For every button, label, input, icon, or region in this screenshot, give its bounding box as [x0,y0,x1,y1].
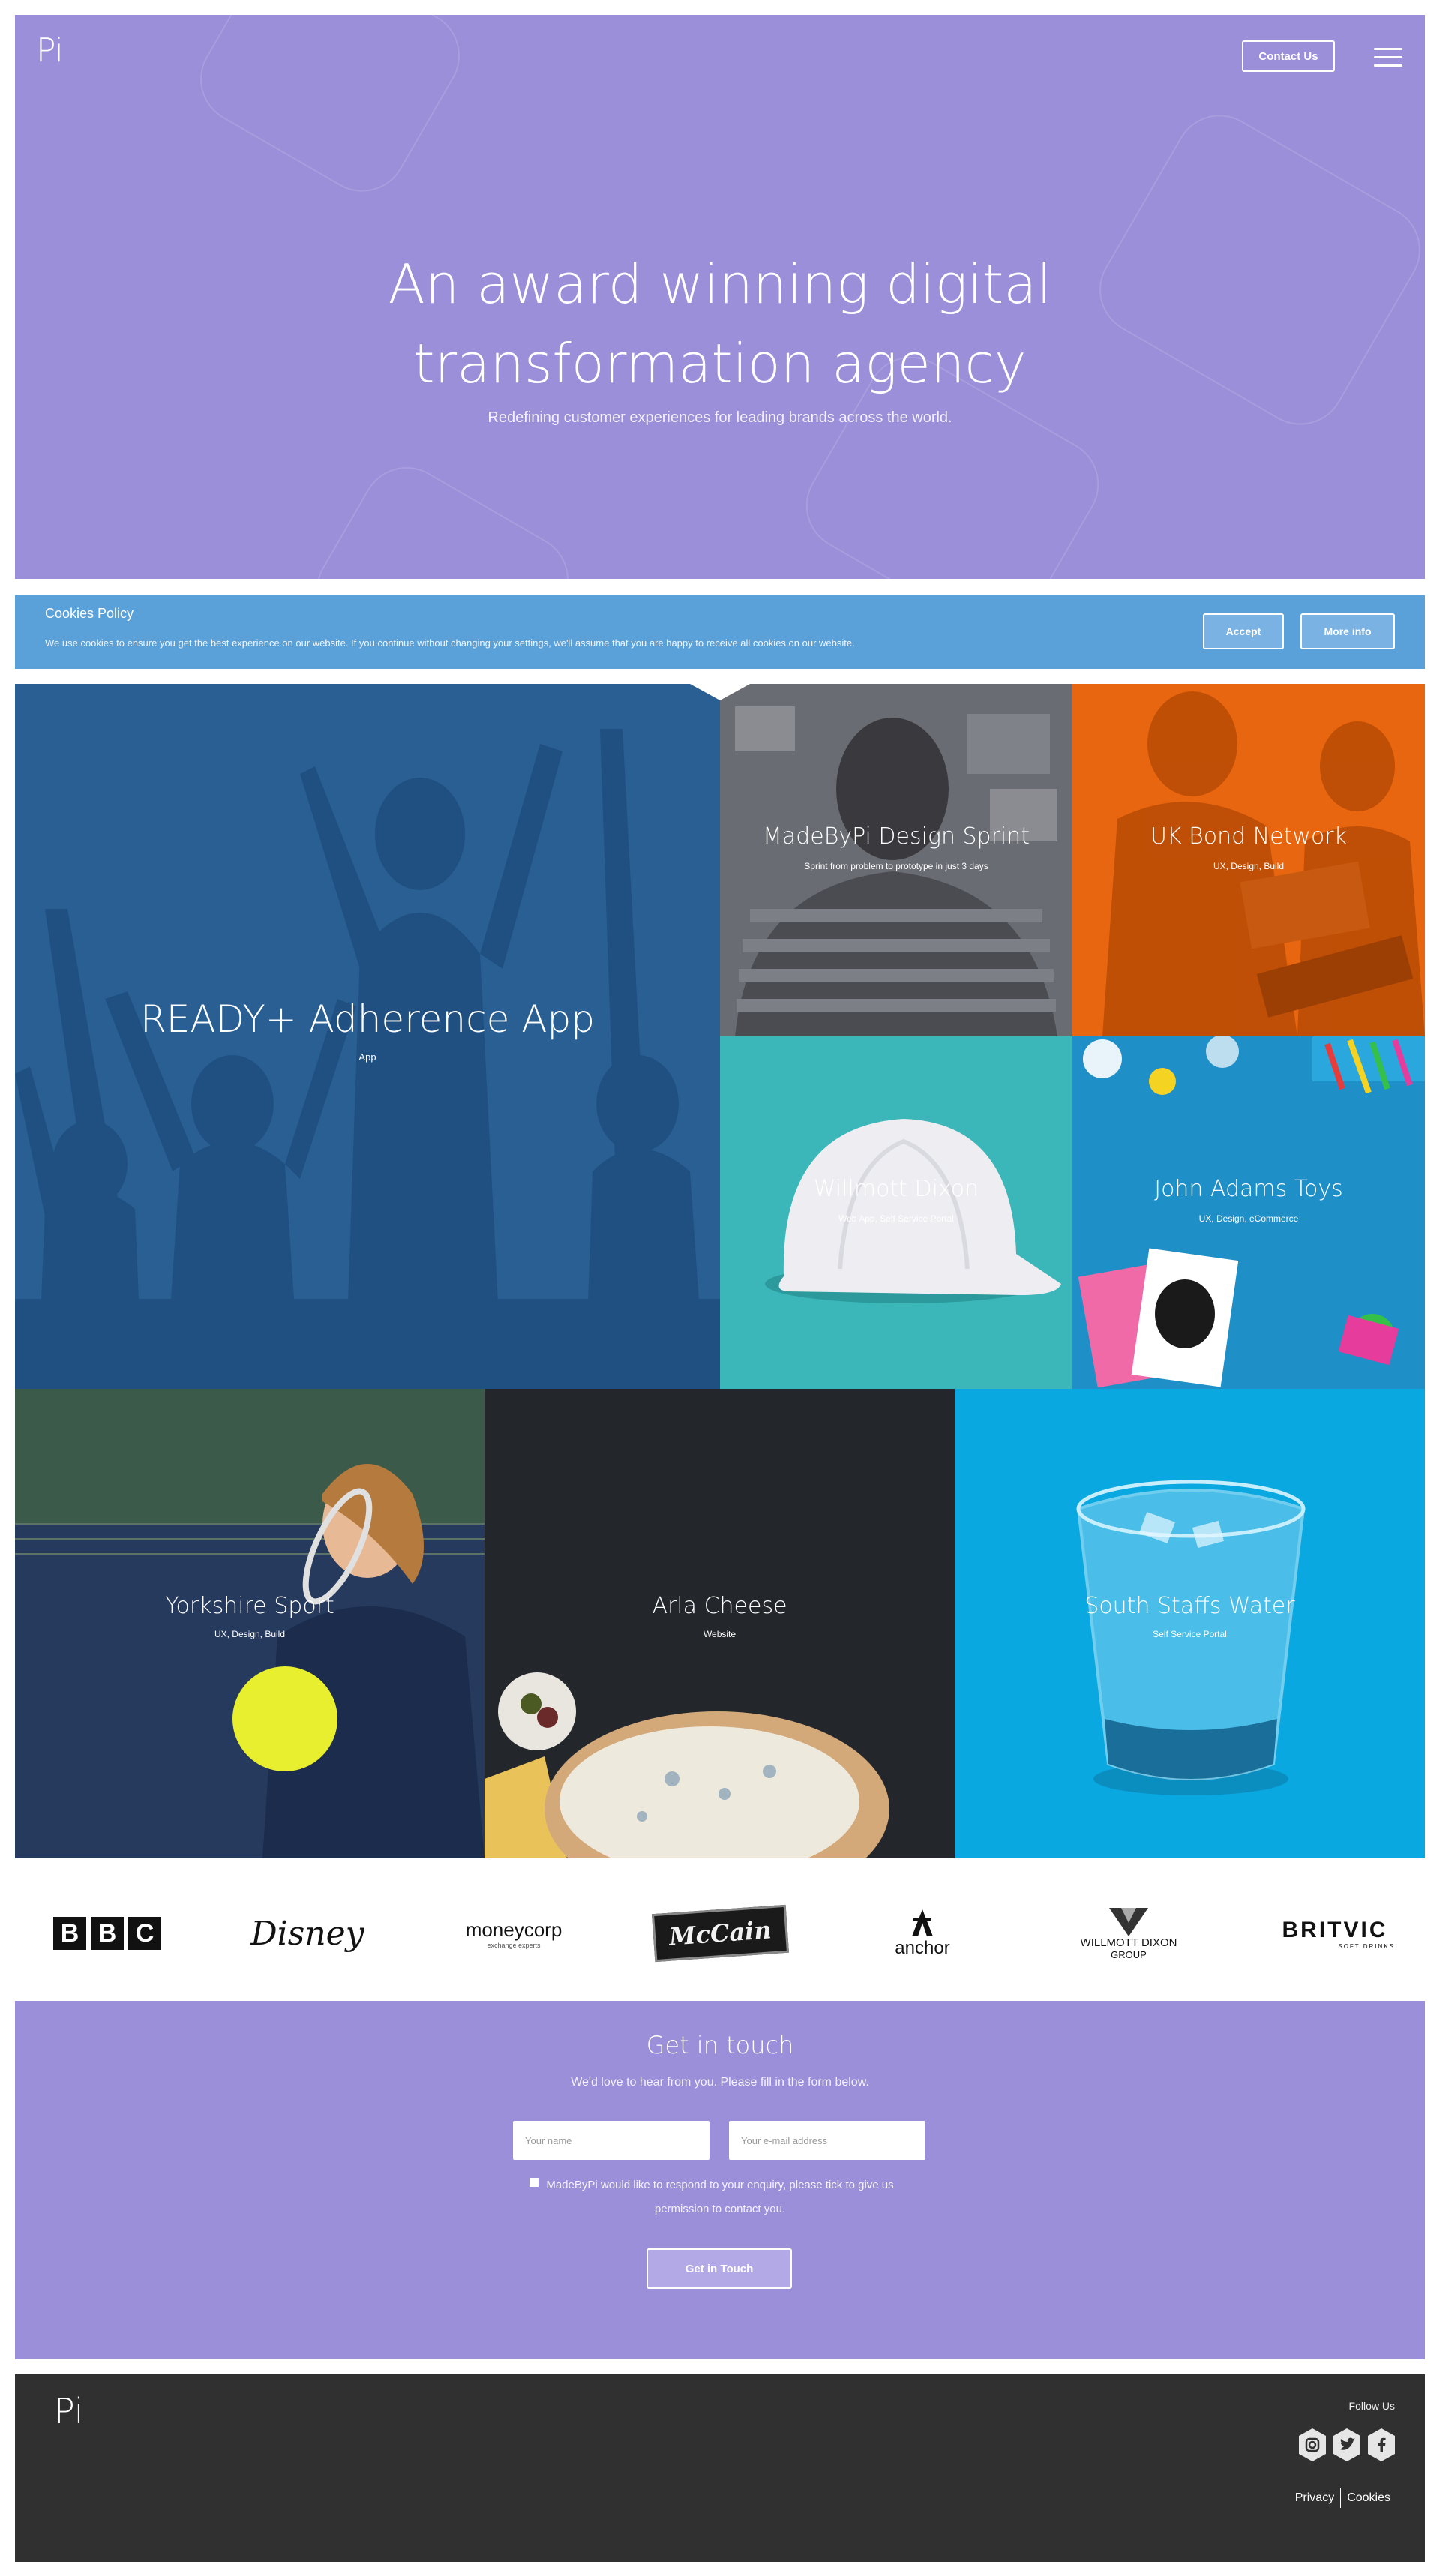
footer-logo[interactable]: Pi [54,2391,84,2431]
portfolio-tile-willmott-dixon[interactable]: Willmott Dixon Web App, Self Service Por… [720,1036,1072,1389]
hero-subtitle: Redefining customer experiences for lead… [488,409,952,426]
moneycorp-tagline: exchange experts [487,1941,541,1949]
portfolio-tile-south-staffs-water[interactable]: South Staffs Water Self Service Portal [955,1389,1425,1858]
britvic-tagline: SOFT DRINKS [1338,1942,1395,1950]
privacy-link[interactable]: Privacy [1295,2491,1334,2505]
hex-decoration [300,451,585,579]
design-sprint-image [720,684,1072,1036]
contact-title: Get in touch [646,2031,794,2059]
cookie-title: Cookies Policy [45,606,134,621]
toys-image [1078,1036,1425,1388]
get-in-touch-button[interactable]: Get in Touch [646,2248,792,2289]
contact-us-button[interactable]: Contact Us [1242,40,1335,72]
cookie-more-info-button[interactable]: More info [1300,613,1395,649]
tile-title: Willmott Dixon [813,1176,980,1202]
tennis-player-image [15,1389,484,1858]
hero-title-line-2: transformation agency [413,332,1027,395]
bbc-logo-blocks: B B C [53,1917,161,1950]
client-logos: B B C Disney moneycorp exchange experts … [15,1873,1425,1993]
cookie-banner: Cookies Policy We use cookies to ensure … [15,595,1425,669]
tile-subtitle: UX, Design, Build [214,1629,286,1639]
mccain-wordmark: McCain [651,1904,789,1963]
cheese-image [484,1672,890,1858]
moneycorp-name: moneycorp [465,1918,562,1941]
tile-subtitle: UX, Design, eCommerce [1198,1213,1299,1224]
site-footer: Pi Follow Us Privacy Cookies [15,2374,1425,2562]
hero-title: An award winning digital transformation … [15,244,1425,403]
tile-title: MadeByPi Design Sprint [762,823,1030,850]
hard-hat-image [765,1119,1061,1303]
portfolio-grid: READY+ Adherence App App MadeByPi Design… [15,684,1425,1858]
cookie-text: We use cookies to ensure you get the bes… [45,637,855,649]
facebook-icon[interactable] [1365,2427,1398,2463]
water-glass-image [1076,1480,1306,1795]
instagram-icon[interactable] [1296,2427,1329,2463]
willmott-dixon-name: WILLMOTT DIXON [1080,1936,1178,1949]
twitter-icon[interactable] [1330,2427,1364,2463]
moneycorp-logo: moneycorp exchange experts [450,1903,578,1963]
portfolio-tile-ready[interactable]: READY+ Adherence App App [15,684,720,1389]
follow-us-label: Follow Us [1348,2400,1395,2412]
portfolio-tile-design-sprint[interactable]: MadeByPi Design Sprint Sprint from probl… [720,684,1072,1036]
hero-section: Pi Contact Us An award winning digital t… [15,15,1425,579]
portfolio-tile-yorkshire-sport[interactable]: Yorkshire Sport UX, Design, Build [15,1389,484,1858]
uk-bond-image [1102,691,1425,1036]
name-input[interactable] [513,2121,710,2160]
hamburger-menu-icon[interactable] [1374,48,1402,69]
consent-text: MadeByPi would like to respond to your e… [546,2179,894,2215]
willmott-dixon-icon [1109,1908,1148,1936]
tile-subtitle: UX, Design, Build [1213,861,1285,871]
mccain-logo: McCain [651,1903,789,1963]
contact-intro: We'd love to hear from you. Please fill … [571,2076,869,2089]
tile-subtitle: Web App, Self Service Portal [838,1213,954,1224]
tile-title: Arla Cheese [652,1593,788,1619]
site-logo[interactable]: Pi [36,31,64,70]
footer-links: Privacy Cookies [1295,2488,1390,2508]
tile-title: Yorkshire Sport [165,1593,334,1619]
hero-title-line-1: An award winning digital [388,253,1052,316]
disney-logo: Disney [250,1914,364,1953]
tile-title: South Staffs Water [1084,1593,1295,1619]
portfolio-tile-uk-bond[interactable]: UK Bond Network UX, Design, Build [1072,684,1425,1036]
tile-subtitle: Sprint from problem to prototype in just… [804,861,988,871]
tile-subtitle: Website [703,1629,736,1639]
email-input[interactable] [729,2121,926,2160]
contact-section: Get in touch We'd love to hear from you.… [15,2001,1425,2359]
anchor-icon [912,1909,933,1936]
anchor-name: anchor [895,1938,950,1958]
tile-title: John Adams Toys [1154,1176,1343,1202]
cookies-link[interactable]: Cookies [1347,2491,1390,2505]
footer-link-separator [1340,2488,1342,2508]
portfolio-tile-john-adams-toys[interactable]: John Adams Toys UX, Design, eCommerce [1072,1036,1425,1389]
tile-subtitle: Self Service Portal [1153,1629,1227,1639]
section-notch [690,684,750,700]
hex-decoration [184,15,476,208]
portfolio-tile-arla-cheese[interactable]: Arla Cheese Website [484,1389,955,1858]
tile-title: READY+ Adherence App [140,997,595,1041]
cookie-accept-button[interactable]: Accept [1203,613,1284,649]
willmott-dixon-group: GROUP [1111,1949,1147,1960]
willmott-dixon-logo: WILLMOTT DIXON GROUP [1065,1903,1192,1963]
bbc-logo: B B C [51,1903,164,1963]
tile-title: UK Bond Network [1150,823,1348,850]
anchor-logo: anchor [870,1903,975,1963]
tile-subtitle: App [358,1051,376,1063]
britvic-logo: BRITVIC SOFT DRINKS [1275,1903,1395,1963]
britvic-name: BRITVIC [1282,1917,1388,1942]
